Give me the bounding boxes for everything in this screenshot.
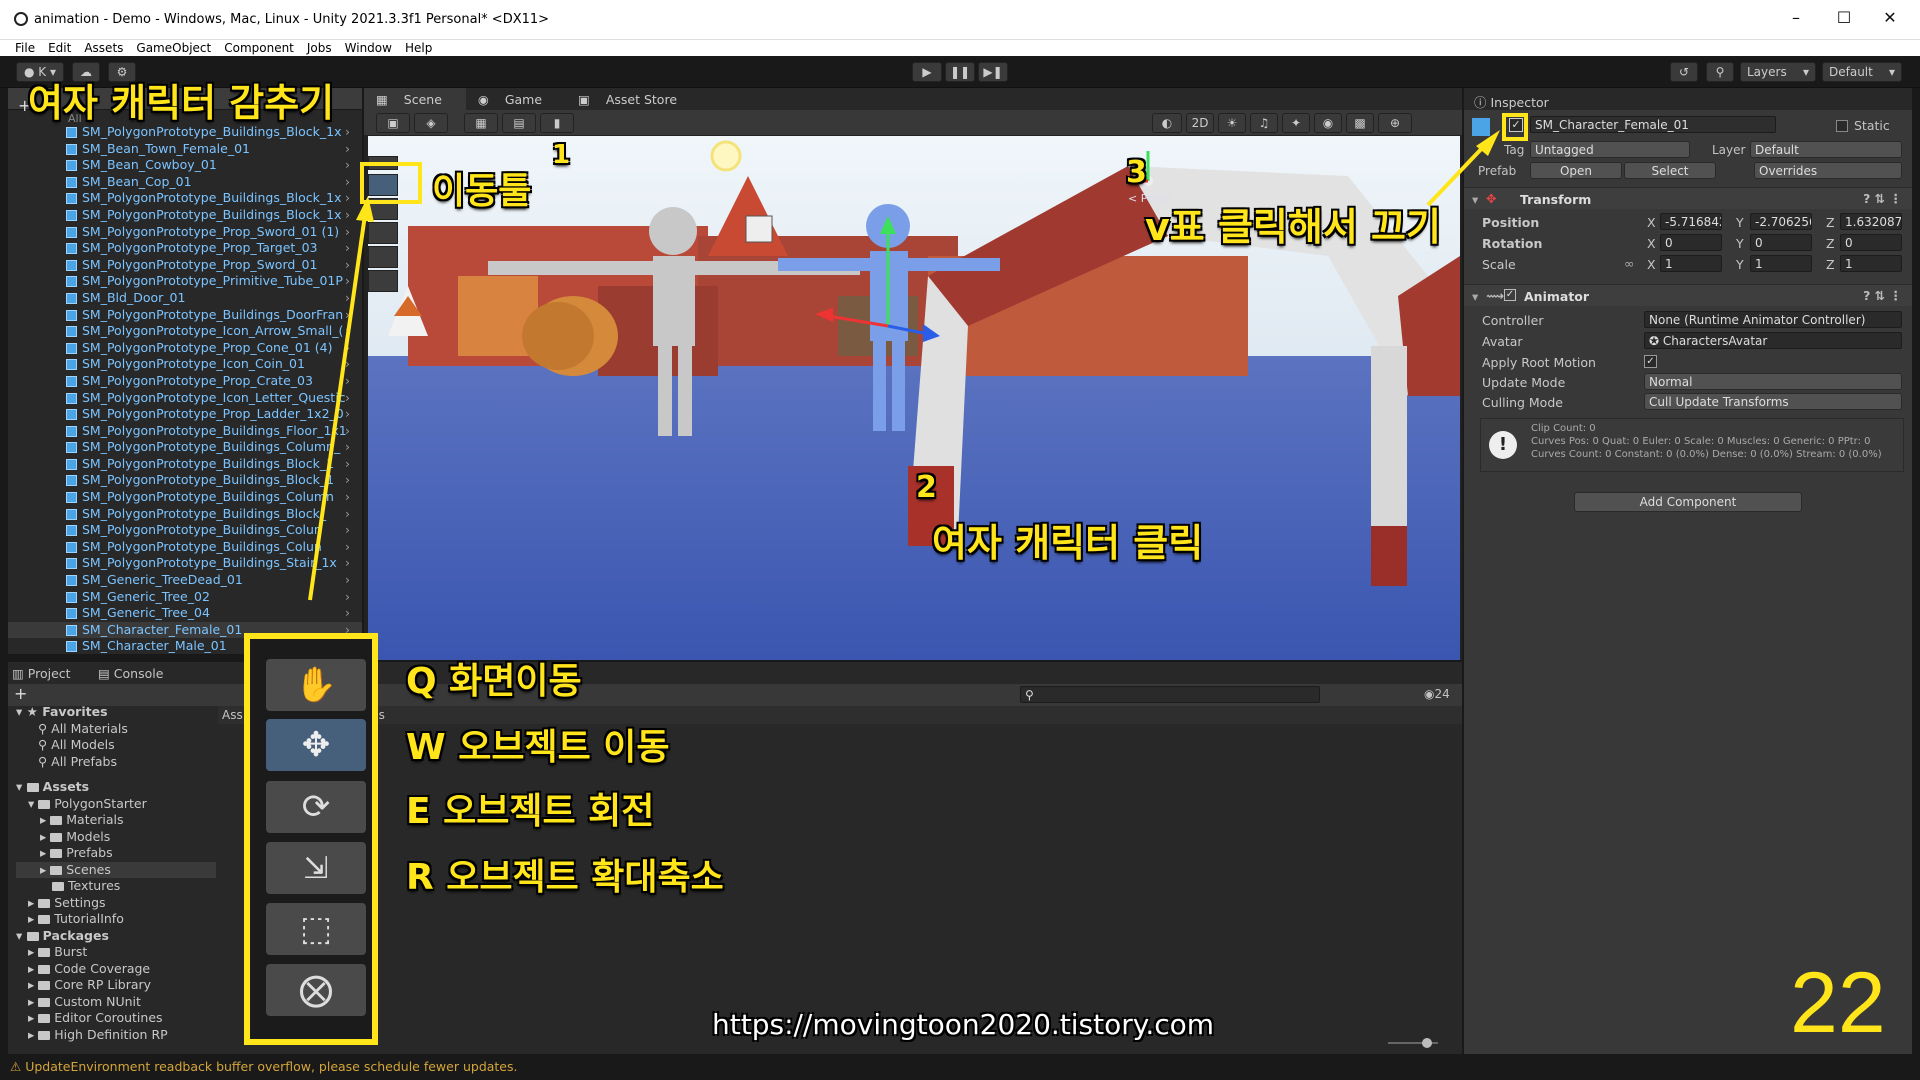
move-tool-button[interactable]: ✥ <box>266 719 366 771</box>
hand-icon: ✋ <box>294 665 338 705</box>
hand-tool-button[interactable]: ✋ <box>266 659 366 711</box>
annotation-e: E 오브젝트 회전 <box>406 791 655 832</box>
rotate-tool-button[interactable]: ⟳ <box>266 781 366 833</box>
transform-icon: ⨂ <box>299 970 333 1010</box>
scale-icon: ⇲ <box>303 850 329 886</box>
rotate-icon: ⟳ <box>301 787 331 827</box>
page-number: 22 <box>1790 955 1886 1051</box>
annotation-w: W 오브젝트 이동 <box>406 727 670 768</box>
rect-transform-icon: ⬚ <box>299 909 333 949</box>
annotation-r: R 오브젝트 확대축소 <box>406 857 724 898</box>
scale-tool-button[interactable]: ⇲ <box>266 842 366 894</box>
move-arrows-icon: ✥ <box>301 725 331 765</box>
annotation-url: https://movingtoon2020.tistory.com <box>712 1008 1215 1041</box>
rect-tool-button[interactable]: ⬚ <box>266 903 366 955</box>
tool-shortcuts-panel: ✋ ✥ ⟳ ⇲ ⬚ ⨂ <box>244 633 378 1045</box>
annotation-q: Q 화면이동 <box>406 661 582 702</box>
transform-tool-button[interactable]: ⨂ <box>266 964 366 1016</box>
